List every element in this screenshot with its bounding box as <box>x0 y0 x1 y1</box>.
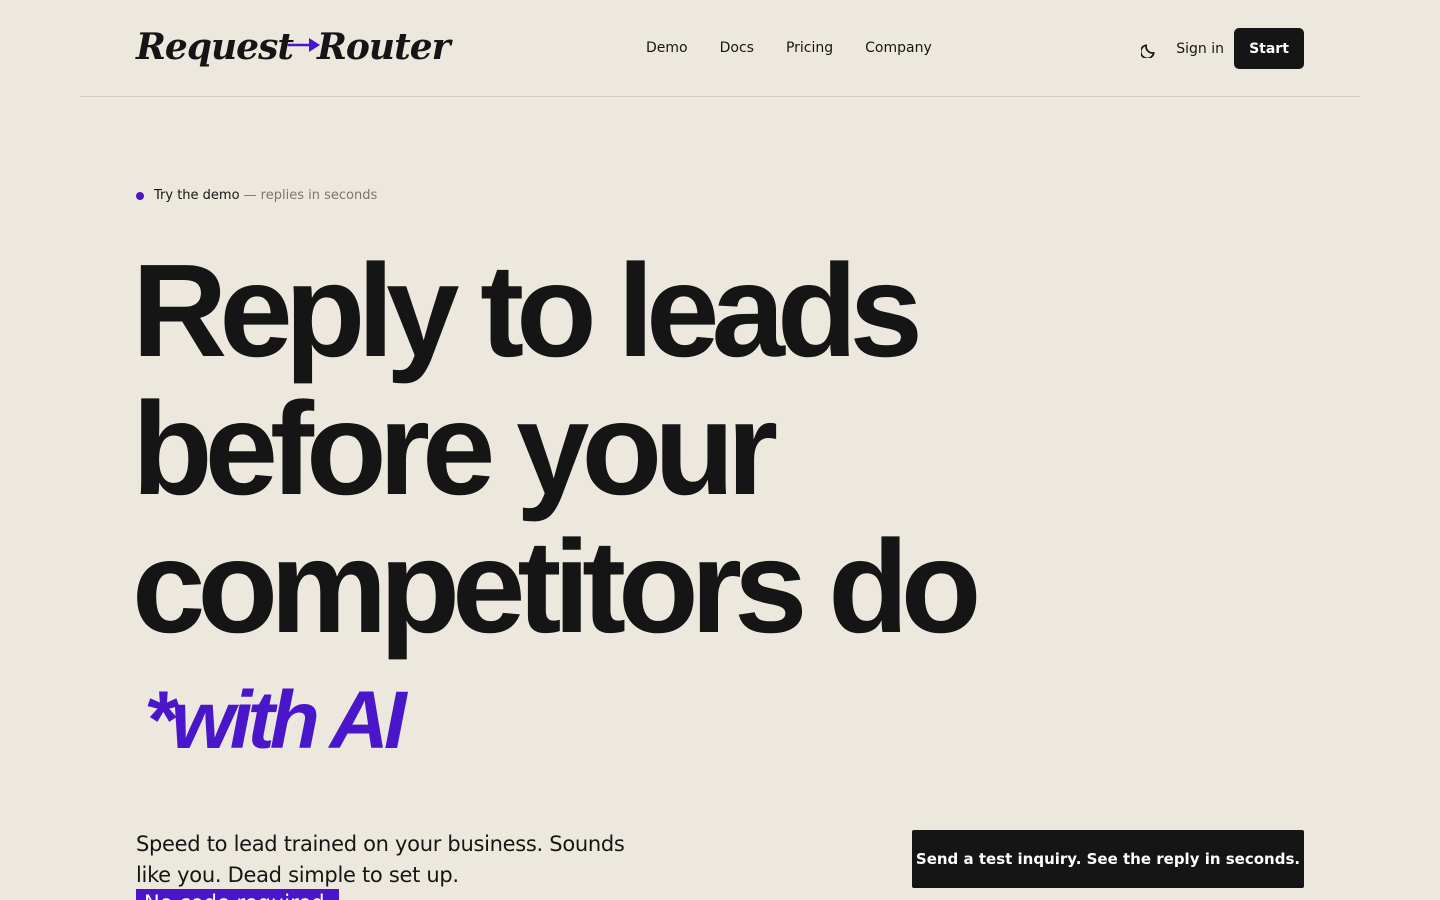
with-ai-accent: *with AI <box>144 675 407 766</box>
request-router-logo[interactable]: Request Router <box>136 24 451 70</box>
landing-page: Request Router Demo Docs Pricing Company… <box>0 0 1440 900</box>
nav-demo[interactable]: Demo <box>646 37 688 59</box>
eyebrow-subtitle: — replies in seconds <box>243 188 378 203</box>
theme-toggle[interactable] <box>1138 37 1162 61</box>
header-actions: Sign in Start <box>1138 28 1304 69</box>
headline-line-2: before your <box>132 375 778 522</box>
logo-wordmark-left: Request <box>136 26 294 68</box>
nav-pricing[interactable]: Pricing <box>786 37 833 59</box>
primary-navigation: Demo Docs Pricing Company <box>646 37 964 59</box>
nav-docs[interactable]: Docs <box>720 37 754 59</box>
try-demo-link[interactable]: Try the demo <box>154 186 240 206</box>
sign-in-link[interactable]: Sign in <box>1176 41 1224 57</box>
status-dot <box>136 192 144 200</box>
moon-icon <box>1141 43 1155 58</box>
hero-description: Speed to lead trained on your business. … <box>136 832 625 887</box>
headline-line-1: Reply to leads <box>132 237 923 384</box>
nav-company[interactable]: Company <box>865 37 932 59</box>
arrow-right-icon <box>287 38 320 52</box>
hero-headline: Reply to leads before your competitors d… <box>132 242 1012 656</box>
send-test-inquiry-button[interactable]: Send a test inquiry. See the reply in se… <box>912 830 1304 888</box>
headline-line-3: competitors do <box>132 513 981 660</box>
hero-eyebrow: Try the demo — replies in seconds <box>136 186 377 206</box>
no-code-required-tag: No code required. <box>136 889 340 900</box>
logo-wordmark-right: Router <box>316 26 451 68</box>
start-button[interactable]: Start <box>1234 28 1304 69</box>
site-header: Request Router Demo Docs Pricing Company… <box>80 0 1360 97</box>
